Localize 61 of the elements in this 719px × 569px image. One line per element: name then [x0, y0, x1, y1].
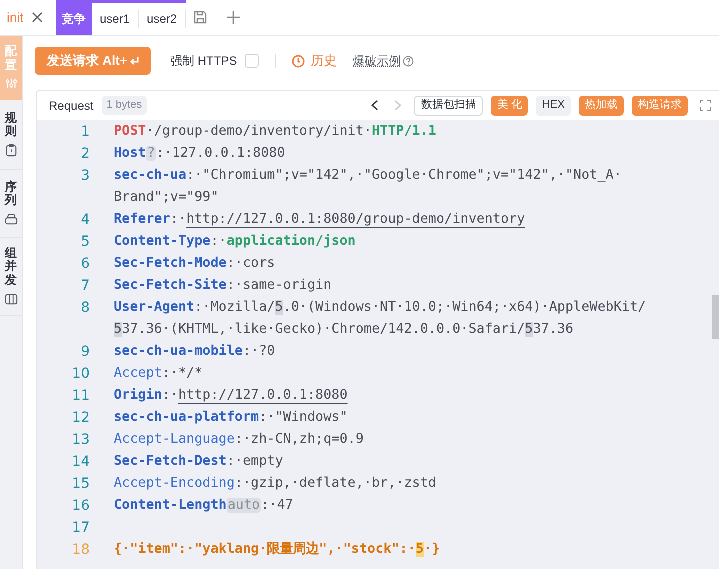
request-title: Request — [49, 98, 94, 114]
code-line: {·"item":·"yaklang·限量周边",·"stock":·5·} — [114, 540, 440, 559]
line-number: 18 — [71, 540, 91, 560]
enter-icon — [130, 56, 139, 66]
scrollbar-thumb[interactable] — [712, 295, 719, 339]
code-line: Sec-Fetch-Mode:·cors — [114, 254, 276, 273]
clipboard-icon — [4, 144, 18, 158]
line-number: 6 — [80, 254, 91, 274]
fullscreen-icon[interactable] — [700, 100, 711, 111]
force-https-checkbox[interactable] — [245, 54, 260, 68]
side-tab[interactable]: 规则 — [0, 100, 22, 170]
line-number: 3 — [80, 166, 91, 186]
line-number: 7 — [80, 276, 91, 296]
code-line: Accept-Language:·zh-CN,zh;q=0.9 — [114, 430, 364, 449]
stack-icon — [4, 213, 18, 226]
sub-tab[interactable]: 竞争 — [56, 3, 92, 35]
force-https-label: 强制 HTTPS — [170, 53, 238, 70]
line-number: 2 — [80, 144, 91, 164]
columns-icon — [4, 292, 18, 306]
line-number: 8 — [80, 298, 91, 318]
line-number: 13 — [71, 430, 91, 450]
plus-icon[interactable] — [227, 11, 240, 24]
code-line: POST·/group-demo/inventory/init·HTTP/1.1 — [114, 122, 436, 141]
code-line: Origin:·http://127.0.0.1:8080 — [114, 386, 348, 405]
side-tab[interactable]: 序列 — [0, 170, 22, 238]
scan-button[interactable]: 数据包扫描 — [414, 96, 484, 116]
code-line: User-Agent:·Mozilla/5.0·(Windows·NT·10.0;·Win64;·x64)·AppleWebKit/ — [114, 298, 646, 317]
line-number: 15 — [71, 474, 91, 494]
code-line: Accept-Encoding:·gzip,·deflate,·br,·zstd — [114, 474, 436, 493]
code-line: sec-ch-ua-platform:·"Windows" — [114, 408, 348, 427]
code-line: Brand";v="99" — [114, 188, 219, 207]
hex-button[interactable]: HEX — [536, 96, 571, 116]
save-icon[interactable] — [194, 11, 208, 24]
line-number: 9 — [80, 342, 91, 362]
back-icon[interactable] — [371, 100, 380, 111]
code-line: Referer:·http://127.0.0.1:8080/group-demo/inventory — [114, 210, 526, 229]
code-line: Sec-Fetch-Dest:·empty — [114, 452, 284, 471]
code-line: Content-Lengthauto:·47 — [114, 496, 294, 515]
line-number: 1 — [80, 122, 91, 142]
close-icon[interactable] — [32, 12, 43, 23]
help-icon — [403, 56, 414, 66]
code-line: Accept:·*/* — [114, 364, 203, 383]
line-number: 17 — [71, 518, 91, 538]
example-link[interactable]: 爆破示例 — [353, 52, 402, 70]
code-line: sec-ch-ua:·"Chromium";v="142",·"Google·Chrome";v="142",·"Not_A· — [114, 166, 622, 185]
sliders-icon — [4, 78, 18, 91]
line-number: 4 — [80, 210, 91, 230]
code-line: Content-Type:·application/json — [114, 232, 356, 251]
code-line: Host?:·127.0.0.1:8080 — [114, 144, 286, 163]
line-number: 14 — [71, 452, 91, 472]
clock-icon — [292, 54, 306, 68]
code-line: Sec-Fetch-Site:·same-origin — [114, 276, 332, 295]
code-line: 537.36·(KHTML,·like·Gecko)·Chrome/142.0.0.0·Safari/537.36 — [114, 320, 574, 339]
size-badge: 1 bytes — [102, 96, 148, 115]
line-number: 11 — [71, 386, 91, 406]
line-number: 16 — [71, 496, 91, 516]
line-number: 5 — [80, 232, 91, 252]
side-tab[interactable]: 组并发 — [0, 238, 22, 316]
code-line: sec-ch-ua-mobile:·?0 — [114, 342, 276, 361]
line-number: 10 — [71, 364, 91, 384]
line-number: 12 — [71, 408, 91, 428]
